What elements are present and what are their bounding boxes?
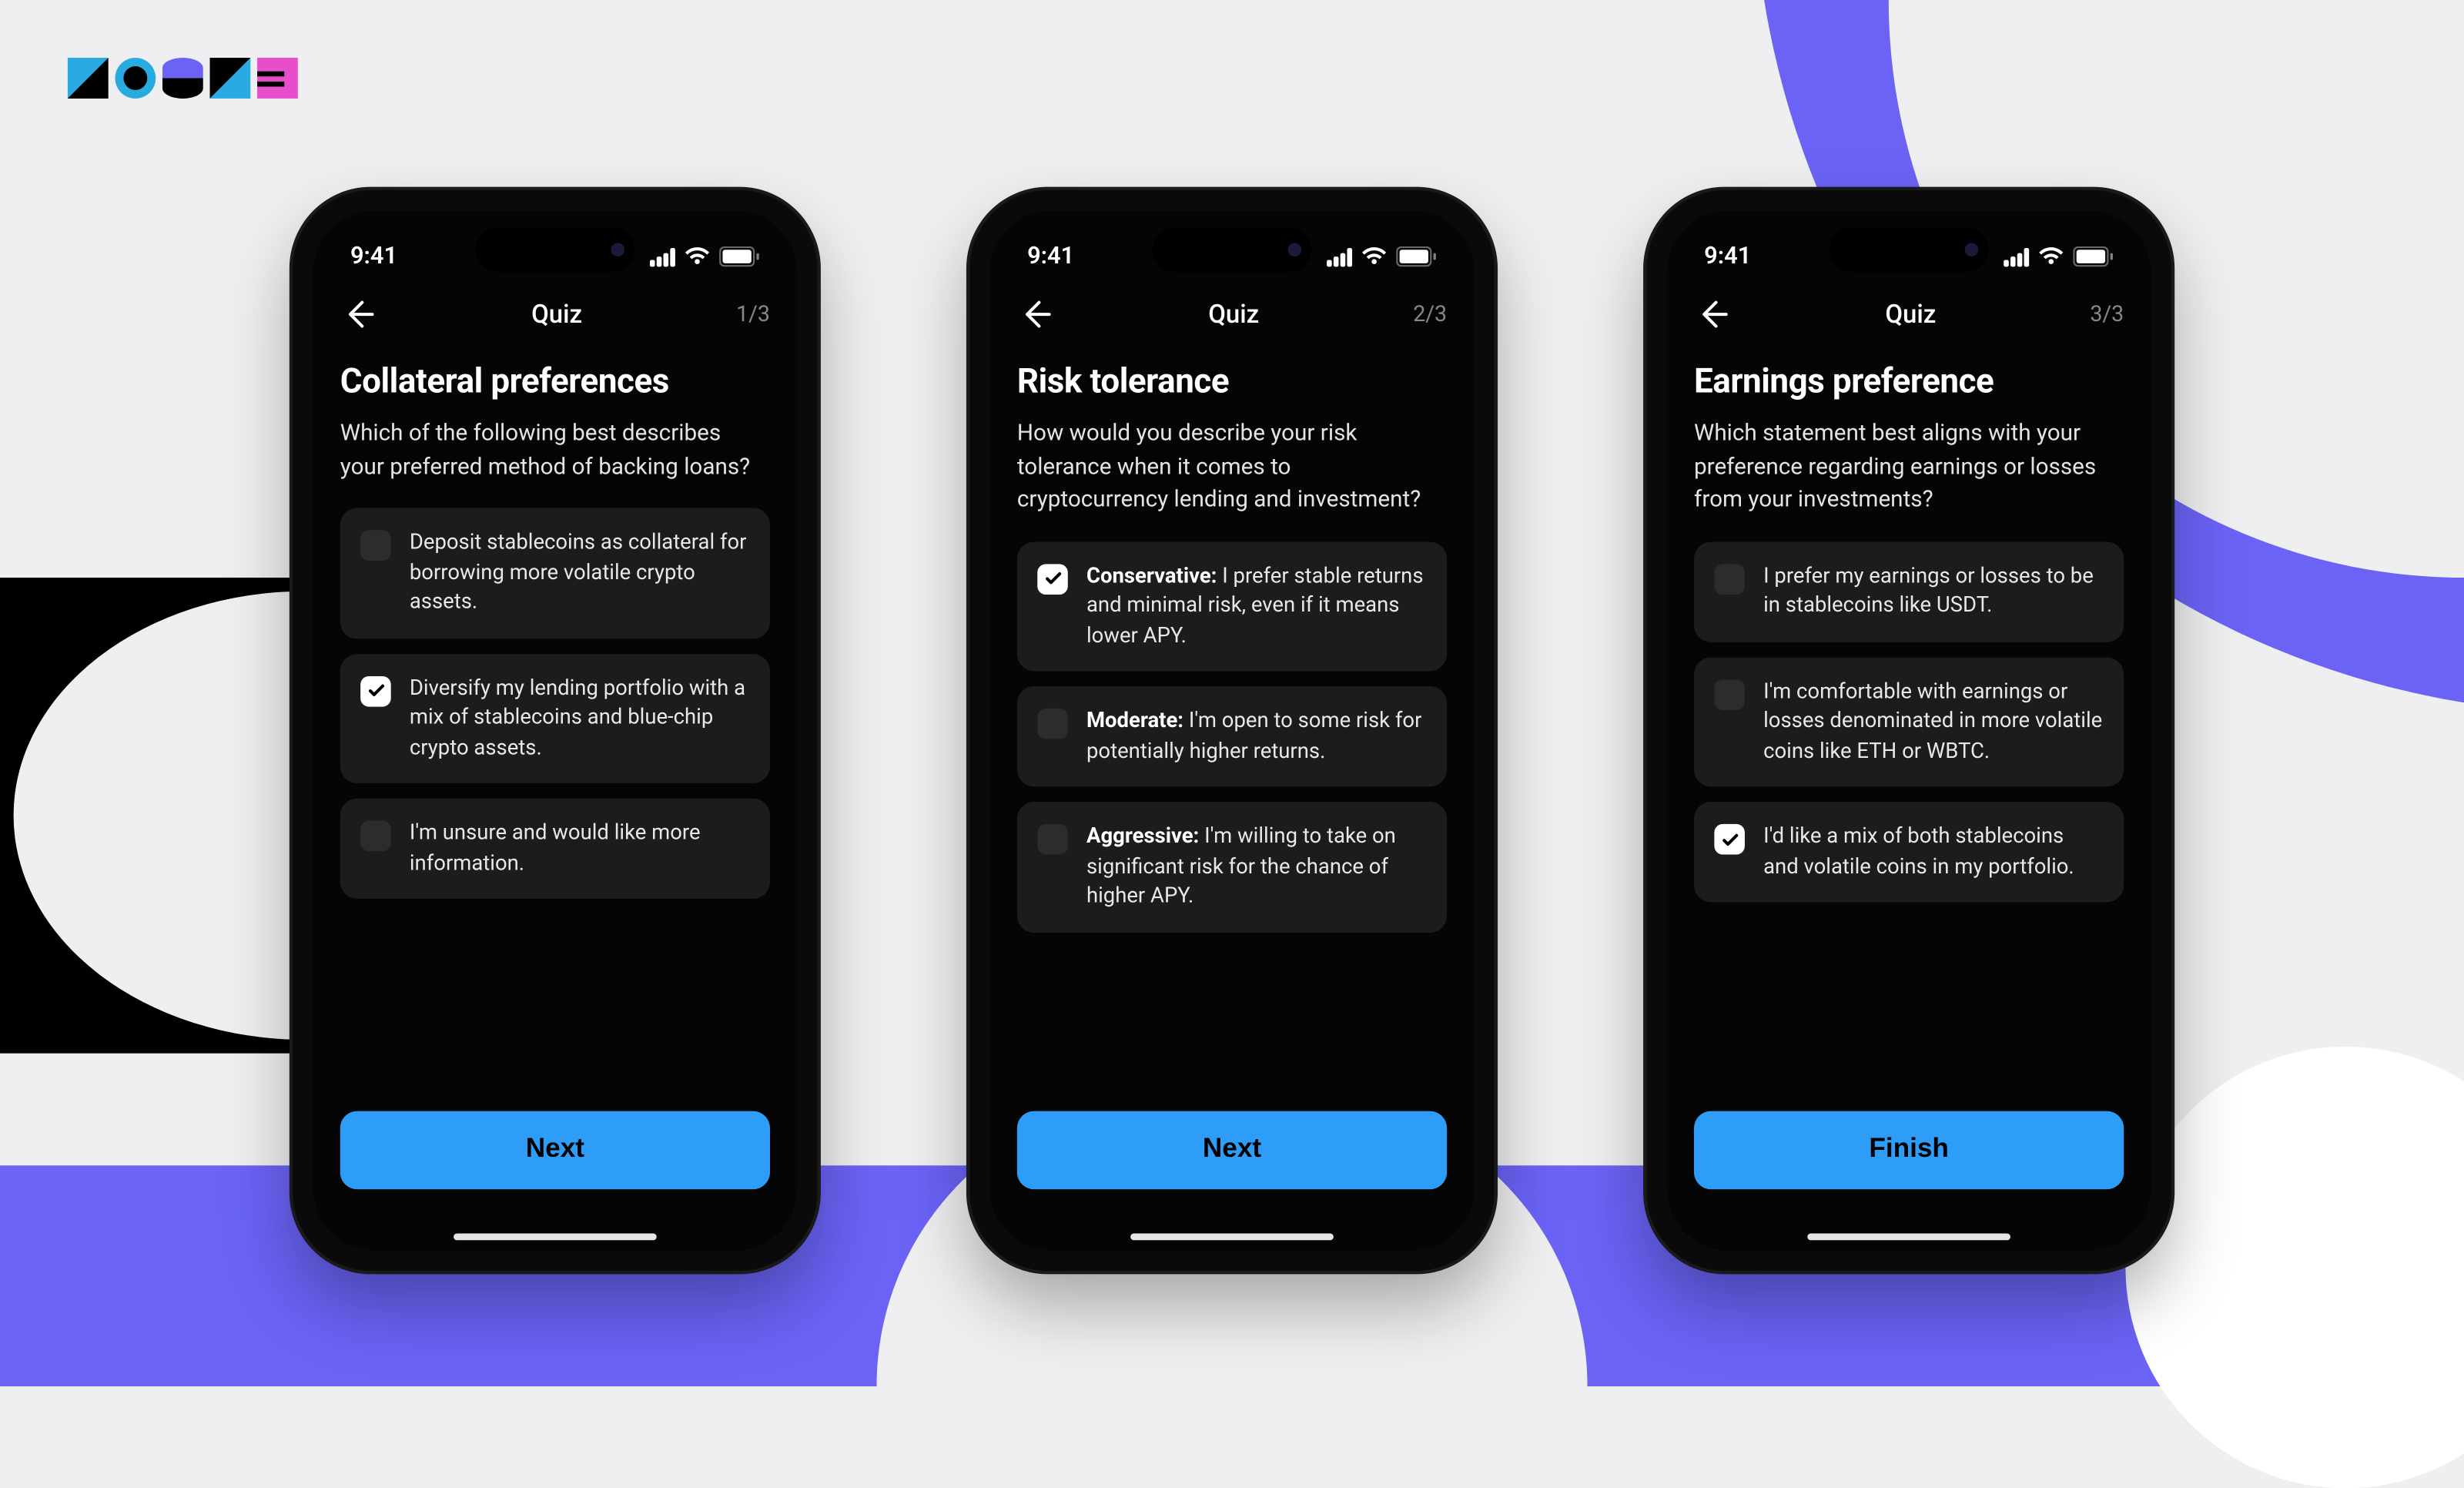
cta-wrap: Next: [313, 1111, 798, 1224]
primary-button[interactable]: Next: [340, 1111, 770, 1189]
cellular-icon: [650, 247, 675, 266]
camera-dot-icon: [611, 243, 624, 256]
status-icons: [1327, 246, 1437, 266]
phone-screen: 9:41 Quiz 1/3 Collateral preferences Whi…: [313, 211, 798, 1251]
dynamic-island: [476, 228, 635, 272]
status-time: 9:41: [1027, 243, 1074, 270]
option-text: Moderate: I'm open to some risk for pote…: [1086, 707, 1427, 766]
quiz-heading: Risk tolerance: [1017, 360, 1447, 401]
checkbox-checked-icon[interactable]: [1037, 564, 1068, 595]
quiz-content: Risk tolerance How would you describe yo…: [990, 350, 1475, 1111]
quiz-content: Collateral preferences Which of the foll…: [313, 350, 798, 1111]
status-icons: [2004, 246, 2114, 266]
step-counter: 2/3: [1413, 302, 1447, 327]
checkbox-icon[interactable]: [360, 531, 391, 561]
option-text: Deposit stablecoins as collateral for bo…: [410, 528, 750, 618]
quiz-subtext: How would you describe your risk toleran…: [1017, 418, 1447, 518]
quiz-heading: Collateral preferences: [340, 360, 770, 401]
quiz-content: Earnings preference Which statement best…: [1667, 350, 2151, 1111]
cta-wrap: Next: [990, 1111, 1475, 1224]
nav-title: Quiz: [531, 299, 582, 330]
quiz-option[interactable]: Moderate: I'm open to some risk for pote…: [1017, 687, 1447, 787]
checkbox-icon[interactable]: [1037, 709, 1068, 739]
battery-icon: [1396, 246, 1437, 266]
camera-dot-icon: [1965, 243, 1979, 256]
quiz-heading: Earnings preference: [1694, 360, 2124, 401]
wifi-icon: [684, 246, 711, 266]
canvas: 9:41 Quiz 1/3 Collateral preferences Whi…: [0, 0, 2464, 1386]
cta-wrap: Finish: [1667, 1111, 2151, 1224]
nav-title: Quiz: [1208, 299, 1259, 330]
wifi-icon: [1361, 246, 1388, 266]
dynamic-island: [1830, 228, 1989, 272]
cellular-icon: [1327, 247, 1352, 266]
checkbox-icon[interactable]: [1714, 679, 1745, 710]
cellular-icon: [2004, 247, 2029, 266]
quiz-option[interactable]: I'd like a mix of both stablecoins and v…: [1694, 803, 2124, 903]
nav-title: Quiz: [1885, 299, 1936, 330]
quiz-option[interactable]: Conservative: I prefer stable returns an…: [1017, 541, 1447, 672]
logo-glyph: [210, 58, 251, 99]
logo-glyph: [115, 58, 156, 99]
quiz-option[interactable]: I'm comfortable with earnings or losses …: [1694, 657, 2124, 787]
quiz-option[interactable]: I'm unsure and would like more informati…: [340, 799, 770, 899]
step-counter: 3/3: [2090, 302, 2124, 327]
nav-bar: Quiz 1/3: [313, 279, 798, 350]
phone-screen: 9:41 Quiz 2/3 Risk tolerance How would y…: [990, 211, 1475, 1251]
nav-bar: Quiz 2/3: [990, 279, 1475, 350]
quiz-subtext: Which of the following best describes yo…: [340, 418, 770, 484]
quiz-option[interactable]: Deposit stablecoins as collateral for bo…: [340, 508, 770, 638]
home-indicator: [454, 1233, 657, 1240]
nav-bar: Quiz 3/3: [1667, 279, 2151, 350]
back-button[interactable]: [1694, 296, 1731, 333]
phone-mockup: 9:41 Quiz 2/3 Risk tolerance How would y…: [969, 190, 1494, 1271]
option-text: Aggressive: I'm willing to take on signi…: [1086, 823, 1427, 912]
wifi-icon: [2037, 246, 2064, 266]
phone-screen: 9:41 Quiz 3/3 Earnings preference Which …: [1667, 211, 2151, 1251]
home-indicator: [1130, 1233, 1334, 1240]
dynamic-island: [1153, 228, 1312, 272]
logo-glyph: [257, 58, 298, 99]
status-time: 9:41: [350, 243, 397, 270]
status-icons: [650, 246, 760, 266]
checkbox-checked-icon[interactable]: [360, 675, 391, 706]
logo-glyph: [162, 58, 203, 99]
option-text: I'd like a mix of both stablecoins and v…: [1763, 823, 2104, 882]
phone-mockup: 9:41 Quiz 3/3 Earnings preference Which …: [1646, 190, 2171, 1271]
option-text: Diversify my lending portfolio with a mi…: [410, 674, 750, 763]
camera-dot-icon: [1288, 243, 1302, 256]
checkbox-icon[interactable]: [1037, 824, 1068, 855]
checkbox-icon[interactable]: [360, 821, 391, 852]
brand-logo: [68, 58, 298, 99]
option-text: Conservative: I prefer stable returns an…: [1086, 561, 1427, 651]
primary-button[interactable]: Finish: [1694, 1111, 2124, 1189]
quiz-subtext: Which statement best aligns with your pr…: [1694, 418, 2124, 518]
checkbox-checked-icon[interactable]: [1714, 824, 1745, 855]
quiz-option[interactable]: Aggressive: I'm willing to take on signi…: [1017, 803, 1447, 933]
quiz-option[interactable]: Diversify my lending portfolio with a mi…: [340, 653, 770, 783]
back-button[interactable]: [1017, 296, 1054, 333]
option-text: I'm unsure and would like more informati…: [410, 819, 750, 879]
option-text: I'm comfortable with earnings or losses …: [1763, 677, 2104, 766]
step-counter: 1/3: [736, 302, 770, 327]
home-indicator: [1807, 1233, 2010, 1240]
battery-icon: [719, 246, 760, 266]
checkbox-icon[interactable]: [1714, 564, 1745, 595]
phone-mockup: 9:41 Quiz 1/3 Collateral preferences Whi…: [293, 190, 817, 1271]
logo-glyph: [68, 58, 109, 99]
battery-icon: [2073, 246, 2114, 266]
quiz-option[interactable]: I prefer my earnings or losses to be in …: [1694, 541, 2124, 642]
back-button[interactable]: [340, 296, 377, 333]
option-text: I prefer my earnings or losses to be in …: [1763, 561, 2104, 621]
status-time: 9:41: [1704, 243, 1751, 270]
primary-button[interactable]: Next: [1017, 1111, 1447, 1189]
